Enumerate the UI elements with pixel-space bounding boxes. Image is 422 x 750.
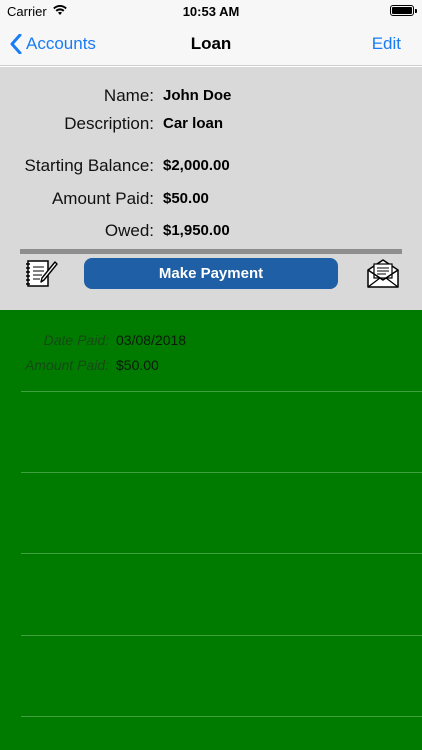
row-separator [21,716,422,717]
owed-row: Owed: $1,950.00 [0,221,422,243]
payment-date-value: 03/08/2018 [116,332,187,348]
row-separator [21,472,422,473]
edit-button[interactable]: Edit [372,34,401,54]
navigation-bar: Accounts Loan Edit [0,22,422,66]
payment-amount-value: $50.00 [116,357,159,373]
make-payment-button[interactable]: Make Payment [84,258,338,289]
row-separator [21,391,422,392]
row-separator [21,553,422,554]
starting-balance-label: Starting Balance: [24,156,154,175]
description-row: Description: Car loan [0,114,422,136]
row-separator [21,635,422,636]
amount-paid-label: Amount Paid: [51,189,154,208]
payments-list[interactable]: Date Paid: 03/08/2018 Amount Paid: $50.0… [0,310,422,750]
payment-date-row: Date Paid: 03/08/2018 [0,332,422,350]
starting-balance-value: $2,000.00 [163,157,230,174]
battery-icon [390,5,417,16]
description-label: Description: [64,114,154,133]
name-label: Name: [103,86,154,105]
amount-paid-row: Amount Paid: $50.00 [0,189,422,211]
status-time: 10:53 AM [182,4,240,19]
amount-paid-value: $50.00 [163,190,209,207]
name-row: Name: John Doe [0,86,422,108]
starting-balance-row: Starting Balance: $2,000.00 [0,156,422,178]
payment-amount-label: Amount Paid: [24,357,109,373]
owed-value: $1,950.00 [163,222,230,239]
loan-details-panel: Name: John Doe Description: Car loan Sta… [0,67,422,310]
status-bar: Carrier 10:53 AM [0,0,422,22]
owed-label: Owed: [104,221,154,240]
payment-amount-row: Amount Paid: $50.00 [0,357,422,375]
notepad-pencil-icon[interactable] [24,258,58,288]
payment-date-label: Date Paid: [43,332,109,348]
name-value: John Doe [163,87,232,104]
open-envelope-icon[interactable] [366,257,400,289]
page-title: Loan [190,34,232,53]
description-value: Car loan [163,115,224,132]
divider-bar [20,249,402,254]
